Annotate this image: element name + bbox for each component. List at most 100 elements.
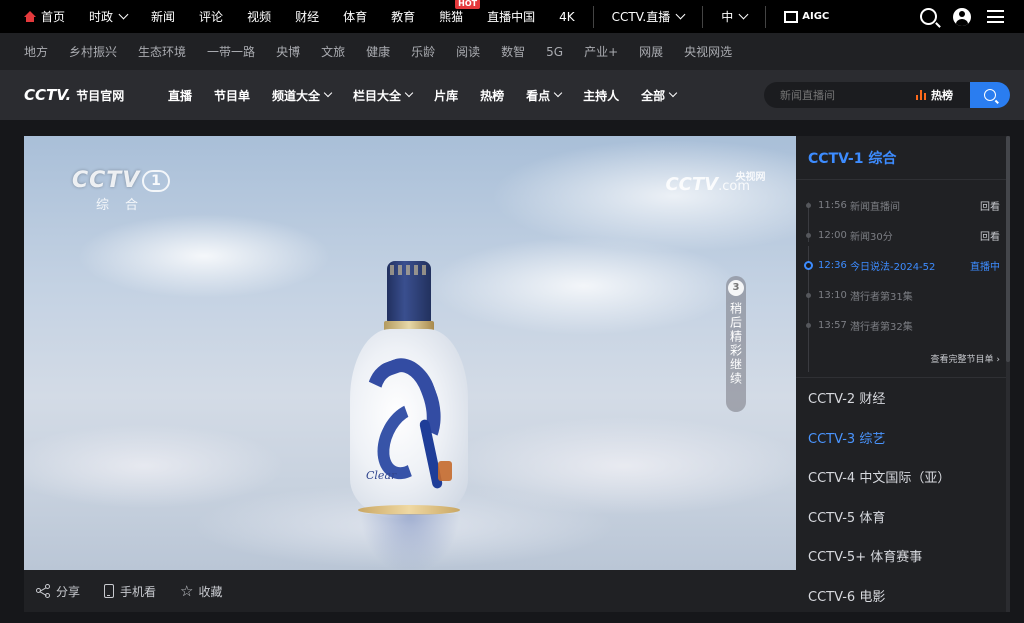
- hot-list-link[interactable]: 热榜: [916, 87, 953, 103]
- menu-icon[interactable]: [987, 10, 1004, 23]
- brand-nav-all[interactable]: 全部: [641, 87, 678, 104]
- user-icon[interactable]: [953, 7, 971, 26]
- subnav-item[interactable]: 文旅: [321, 43, 345, 60]
- current-channel-title[interactable]: CCTV-1 综合: [796, 136, 1010, 180]
- cctv-watermark: CCTV.com 央视网: [665, 172, 765, 195]
- channel-panel: CCTV-1 综合 11:56 新闻直播间 回看 12:00 新闻30分 回看 …: [796, 136, 1010, 612]
- chevron-down-icon: [675, 9, 686, 20]
- brand-nav-highlights[interactable]: 看点: [526, 87, 563, 104]
- schedule-program: 潜行者第31集: [850, 291, 913, 303]
- nav-comment[interactable]: 评论: [187, 0, 235, 33]
- brand-nav-channels[interactable]: 频道大全: [272, 87, 333, 104]
- chevron-down-icon: [404, 88, 414, 98]
- search-input[interactable]: [764, 88, 914, 102]
- live-dot: [804, 260, 813, 270]
- schedule-row-live[interactable]: 12:36 今日说法-2024-52 直播中: [796, 250, 1010, 280]
- brand-nav-hosts[interactable]: 主持人: [583, 87, 619, 104]
- video-player[interactable]: CCTV 1 综合 CCTV.com 央视网 Clear 3 稍后精彩继续: [24, 136, 796, 570]
- subnav-item[interactable]: 央视网选: [684, 43, 732, 60]
- nav-politics[interactable]: 时政: [77, 0, 139, 33]
- nav-video[interactable]: 视频: [235, 0, 283, 33]
- full-schedule-link[interactable]: 查看完整节目单 ›: [931, 352, 1000, 365]
- subnav-item[interactable]: 阅读: [456, 43, 480, 60]
- replay-link[interactable]: 回看: [980, 198, 1000, 213]
- channel-item[interactable]: CCTV-5+ 体育赛事: [796, 536, 1010, 576]
- top-right-icons: [920, 0, 1004, 33]
- aigc-link[interactable]: AIGC: [772, 0, 841, 33]
- brand-nav-hot[interactable]: 热榜: [480, 87, 504, 104]
- logo-subtitle: 节目官网: [76, 88, 125, 103]
- subnav-item[interactable]: 数智: [501, 43, 525, 60]
- subnav-item[interactable]: 健康: [366, 43, 390, 60]
- subnav-item[interactable]: 乐龄: [411, 43, 435, 60]
- chevron-down-icon: [668, 88, 678, 98]
- subnav-item[interactable]: 生态环境: [138, 43, 186, 60]
- brand-nav-label: 节目单: [214, 88, 251, 103]
- schedule-row[interactable]: 11:56 新闻直播间 回看: [796, 190, 1010, 220]
- channel-item[interactable]: CCTV-4 中文国际（亚）: [796, 457, 1010, 497]
- share-button[interactable]: 分享: [36, 583, 80, 600]
- mobile-watch-label: 手机看: [120, 584, 157, 599]
- brand-nav-label: 片库: [434, 88, 459, 103]
- subnav-item[interactable]: 网展: [639, 43, 663, 60]
- schedule-row[interactable]: 12:00 新闻30分 回看: [796, 220, 1010, 250]
- mobile-watch-button[interactable]: 手机看: [104, 583, 156, 600]
- chevron-down-icon: [553, 88, 563, 98]
- panel-scroll-thumb[interactable]: [1006, 136, 1010, 362]
- channel-logo: CCTV: [72, 168, 141, 193]
- nav-education[interactable]: 教育: [379, 0, 427, 33]
- subnav-item[interactable]: 5G: [546, 45, 563, 59]
- nav-4k-label: 4K: [559, 9, 575, 24]
- subnav-item[interactable]: 地方: [24, 43, 48, 60]
- home-icon: [24, 11, 36, 22]
- bottle-script: Clear: [366, 469, 397, 482]
- search-button[interactable]: [970, 82, 1010, 108]
- nav-panda[interactable]: 熊猫 HOT: [427, 0, 481, 33]
- brand-nav-label: 栏目大全: [353, 88, 402, 103]
- nav-education-label: 教育: [391, 10, 416, 24]
- nav-4k[interactable]: 4K: [547, 0, 587, 33]
- trending-icon: [916, 90, 926, 100]
- brand-bar: CCTV. 节目官网 直播 节目单 频道大全 栏目大全 片库 热榜 看点 主持人…: [0, 70, 1024, 120]
- brand-nav-library[interactable]: 片库: [434, 87, 458, 104]
- nav-cctv-live[interactable]: CCTV.直播: [600, 0, 697, 33]
- nav-live-china[interactable]: 直播中国: [475, 0, 547, 33]
- channel-item[interactable]: CCTV-5 体育: [796, 497, 1010, 537]
- replay-link[interactable]: 回看: [980, 228, 1000, 243]
- nav-cctv-live-label: CCTV.直播: [611, 10, 671, 24]
- timeline-dot: [806, 202, 811, 208]
- schedule-program: 潜行者第32集: [850, 321, 913, 333]
- nav-home[interactable]: 首页: [0, 0, 77, 33]
- search-box: 热榜: [764, 82, 1010, 108]
- nav-finance[interactable]: 财经: [283, 0, 331, 33]
- schedule-row[interactable]: 13:57 潜行者第32集: [796, 310, 1010, 340]
- top-nav: 首页 时政 新闻 评论 视频 财经 体育 教育 熊猫 HOT 直播中国 4K C…: [0, 0, 1024, 33]
- favorite-button[interactable]: ☆ 收藏: [180, 583, 222, 600]
- channel-item[interactable]: CCTV-6 电影: [796, 576, 1010, 613]
- nav-news-label: 新闻: [151, 10, 176, 24]
- brand-nav-label: 看点: [526, 88, 551, 103]
- schedule-program: 新闻30分: [850, 231, 893, 243]
- subnav-item[interactable]: 央博: [276, 43, 300, 60]
- channel-item[interactable]: CCTV-2 财经: [796, 378, 1010, 418]
- schedule-time: 12:00: [818, 229, 847, 241]
- schedule-row[interactable]: 13:10 潜行者第31集: [796, 280, 1010, 310]
- subnav-item[interactable]: 产业+: [584, 43, 618, 60]
- subnav-item[interactable]: 一带一路: [207, 43, 255, 60]
- nav-news[interactable]: 新闻: [139, 0, 187, 33]
- language-select[interactable]: 中: [709, 0, 759, 33]
- brand-nav-live[interactable]: 直播: [168, 87, 192, 104]
- upnext-number: 3: [728, 280, 744, 296]
- liquor-bottle-image: Clear: [350, 261, 468, 523]
- channel-item[interactable]: CCTV-3 综艺: [796, 418, 1010, 458]
- nav-sports-label: 体育: [343, 10, 368, 24]
- nav-sports[interactable]: 体育: [331, 0, 379, 33]
- search-icon[interactable]: [920, 8, 937, 25]
- brand-nav-schedule[interactable]: 节目单: [214, 87, 250, 104]
- bottle-body: Clear: [350, 329, 468, 519]
- cctv-logo[interactable]: CCTV. 节目官网: [24, 86, 142, 104]
- brand-nav-label: 主持人: [583, 88, 620, 103]
- subnav-item[interactable]: 乡村振兴: [69, 43, 117, 60]
- brand-nav-columns[interactable]: 栏目大全: [353, 87, 414, 104]
- watermark-cn: 央视网: [735, 172, 766, 183]
